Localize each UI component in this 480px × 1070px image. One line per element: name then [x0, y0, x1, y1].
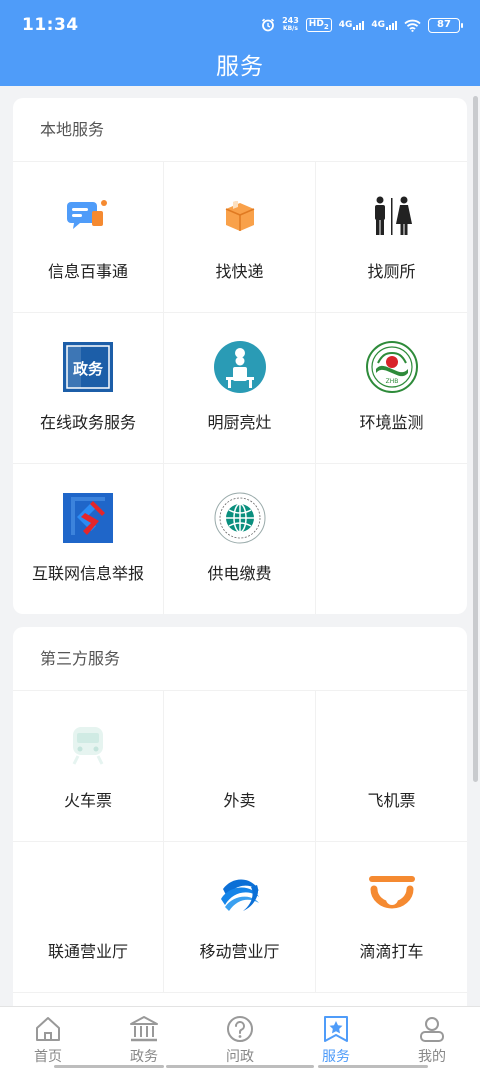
tab-services[interactable]: 服务	[288, 1007, 384, 1070]
plane-icon	[366, 719, 418, 771]
bottom-tab-bar: 首页 政务 问政 服务 我的	[0, 1006, 480, 1070]
home-indicator	[318, 1065, 428, 1068]
local-services-grid: 信息百事通 找快递 找厕所 政务 在线政务服务 明厨亮灶 ZHB 环境监测 互联…	[13, 162, 467, 614]
service-find-toilet[interactable]: 找厕所	[316, 162, 467, 313]
question-icon	[227, 1016, 253, 1042]
service-unicom-hall[interactable]: 联通营业厅	[13, 842, 164, 993]
service-electricity-payment[interactable]: 供电缴费	[164, 464, 316, 614]
service-bright-kitchen[interactable]: 明厨亮灶	[164, 313, 316, 464]
service-label: 找厕所	[367, 262, 416, 281]
status-bar: 11:34 243 KB/s HD2 4G 4G 87	[0, 0, 480, 50]
svg-text:ZHB: ZHB	[385, 378, 398, 385]
status-time: 11:34	[22, 15, 79, 35]
service-food-delivery[interactable]: 外卖	[164, 691, 316, 842]
service-label: 环境监测	[359, 413, 424, 432]
tab-label: 我的	[418, 1049, 446, 1065]
hd-badge: HD2	[305, 18, 332, 32]
signal-4g-2: 4G	[371, 20, 397, 30]
service-label: 供电缴费	[207, 564, 272, 583]
page-title: 服务	[216, 54, 264, 80]
service-label: 明厨亮灶	[207, 413, 272, 432]
service-plane-ticket[interactable]: 飞机票	[316, 691, 467, 842]
chat-bubble-icon	[62, 190, 114, 242]
alarm-icon	[262, 18, 275, 32]
service-train-ticket[interactable]: 火车票	[13, 691, 164, 842]
restroom-icon	[366, 190, 418, 242]
scrollbar[interactable]	[473, 96, 478, 782]
tab-inquiry[interactable]: 问政	[192, 1007, 288, 1070]
home-indicator	[54, 1065, 164, 1068]
government-icon: 政务	[62, 341, 114, 393]
user-icon	[420, 1017, 444, 1042]
service-find-express[interactable]: 找快递	[164, 162, 316, 313]
service-label: 在线政务服务	[39, 413, 136, 432]
app-header: 11:34 243 KB/s HD2 4G 4G 87 服务	[0, 0, 480, 86]
service-label: 找快递	[215, 262, 264, 281]
service-label: 信息百事通	[47, 262, 128, 281]
tab-government[interactable]: 政务	[96, 1007, 192, 1070]
service-label: 联通营业厅	[47, 942, 128, 961]
local-services-card: 本地服务 信息百事通 找快递 找厕所 政务 在线政务服务 明厨亮灶 ZHB 环境…	[13, 98, 467, 614]
bank-icon	[130, 1016, 158, 1042]
service-label: 移动营业厅	[199, 942, 280, 961]
chef-icon	[213, 341, 266, 393]
tab-mine[interactable]: 我的	[384, 1007, 480, 1070]
service-label: 互联网信息举报	[31, 564, 144, 583]
service-mobile-hall[interactable]: 移动营业厅	[164, 842, 316, 993]
food-delivery-icon	[214, 719, 266, 771]
tab-label: 政务	[130, 1049, 158, 1065]
wifi-icon	[404, 19, 421, 32]
third-party-services-grid: 火车票 外卖 飞机票 联通营业厅 移动营业厅 滴滴打车	[13, 691, 467, 993]
battery-indicator: 87	[428, 17, 463, 33]
package-icon	[214, 190, 266, 242]
home-indicator	[166, 1065, 314, 1068]
local-services-title: 本地服务	[13, 98, 467, 162]
environment-emblem-icon: ZHB	[365, 341, 418, 393]
third-party-services-title: 第三方服务	[13, 627, 467, 691]
tab-label: 服务	[322, 1049, 350, 1065]
service-environment-monitor[interactable]: ZHB 环境监测	[316, 313, 467, 464]
didi-icon	[366, 870, 418, 922]
tab-home[interactable]: 首页	[0, 1007, 96, 1070]
service-info-baishitong[interactable]: 信息百事通	[13, 162, 164, 313]
home-icon	[36, 1017, 60, 1041]
unicom-icon	[62, 870, 114, 922]
service-online-government[interactable]: 政务 在线政务服务	[13, 313, 164, 464]
network-speed: 243 KB/s	[282, 16, 299, 33]
signal-4g-1: 4G	[339, 20, 365, 30]
service-label: 飞机票	[367, 791, 416, 810]
star-bookmark-icon	[324, 1016, 348, 1042]
empty-cell	[316, 464, 467, 614]
state-grid-icon	[214, 492, 266, 544]
tab-label: 首页	[34, 1049, 62, 1065]
status-icons: 243 KB/s HD2 4G 4G 87	[261, 16, 463, 33]
svg-text:政务: 政务	[73, 360, 104, 378]
service-label: 外卖	[223, 791, 256, 810]
report-icon	[62, 492, 114, 544]
train-icon	[62, 719, 114, 771]
service-label: 火车票	[63, 791, 112, 810]
third-party-services-card: 第三方服务 火车票 外卖 飞机票 联通营业厅 移动营业厅 滴滴打车	[13, 627, 467, 1027]
china-mobile-icon	[214, 870, 266, 922]
service-didi-taxi[interactable]: 滴滴打车	[316, 842, 467, 993]
service-label: 滴滴打车	[359, 942, 424, 961]
tab-label: 问政	[226, 1049, 254, 1065]
service-internet-report[interactable]: 互联网信息举报	[13, 464, 164, 614]
